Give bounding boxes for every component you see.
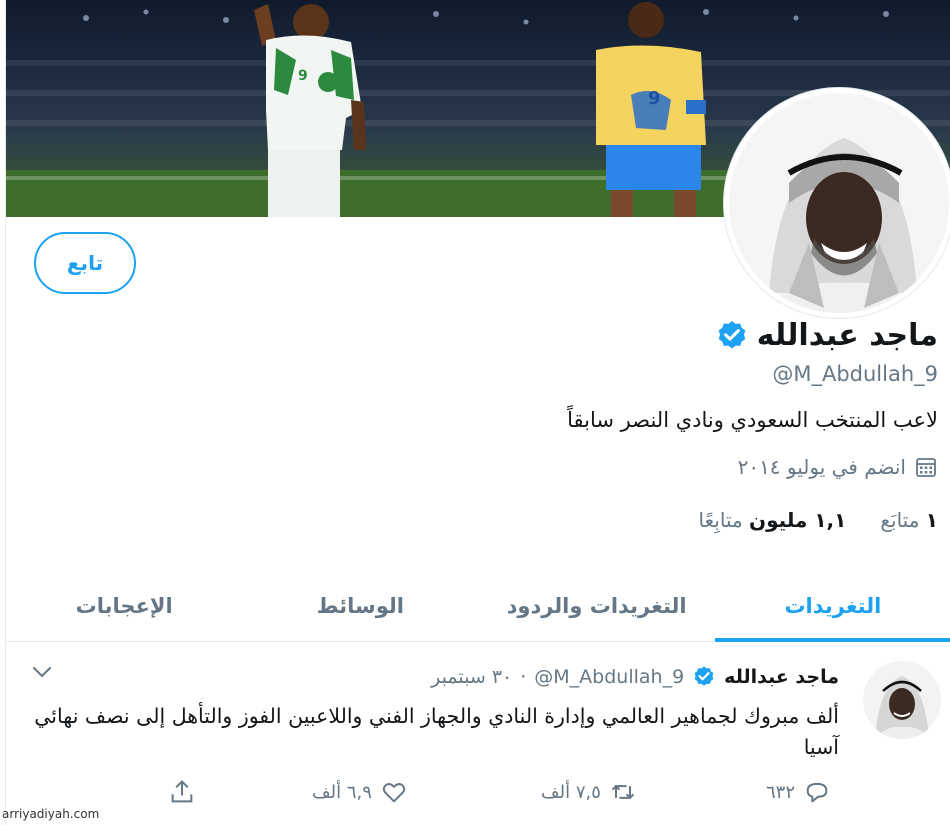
share-action[interactable] <box>168 778 196 806</box>
svg-text:9: 9 <box>648 88 661 109</box>
tab-media[interactable]: الوسائط <box>242 570 478 641</box>
followers-stat[interactable]: ١,١ مليون متابِعًا <box>699 508 847 532</box>
tab-tweets-replies[interactable]: التغريدات والردود <box>479 570 715 641</box>
calendar-icon <box>916 458 936 477</box>
tweet-author-name[interactable]: ماجد عبدالله <box>724 666 839 688</box>
tweet-actions: ٦٣٢ ٧,٥ ألف ٦,٩ ألف <box>6 778 950 808</box>
profile-handle: @M_Abdullah_9 <box>772 362 938 386</box>
tweet-avatar[interactable] <box>863 661 941 739</box>
tab-tweets[interactable]: التغريدات <box>714 570 950 642</box>
profile-stats: ١ متابَع ١,١ مليون متابِعًا <box>699 508 938 532</box>
retweet-icon <box>611 784 635 800</box>
tweet-text: ألف مبروك لجماهير العالمي وإدارة النادي … <box>34 704 839 759</box>
like-action[interactable]: ٦,٩ ألف <box>312 778 408 806</box>
chevron-down-icon[interactable] <box>32 665 52 679</box>
following-label: متابَع <box>880 508 920 532</box>
verified-icon <box>694 666 714 686</box>
tab-likes[interactable]: الإعجابات <box>6 570 242 641</box>
profile-name-row: ماجد عبدالله <box>715 318 938 353</box>
tweet-author-handle[interactable]: @M_Abdullah_9 <box>534 666 684 688</box>
share-icon <box>171 780 193 803</box>
reply-action[interactable]: ٦٣٢ <box>766 778 831 806</box>
tweet[interactable]: ماجد عبدالله @M_Abdullah_9 · ٣٠ سبتمبر أ… <box>6 643 950 825</box>
tweet-separator: · <box>520 666 527 688</box>
profile-bio: لاعب المنتخب السعودي ونادي النصر سابقاً <box>567 408 938 432</box>
follow-button[interactable]: تابع <box>34 232 136 294</box>
retweet-action[interactable]: ٧,٥ ألف <box>541 778 637 806</box>
following-stat[interactable]: ١ متابَع <box>880 508 938 532</box>
following-count: ١ <box>925 508 938 532</box>
verified-icon <box>718 320 746 348</box>
like-count: ٦,٩ ألف <box>312 781 372 803</box>
reply-count: ٦٣٢ <box>766 781 796 803</box>
watermark: arriyadiyah.com <box>2 807 100 821</box>
tweet-date[interactable]: ٣٠ سبتمبر <box>431 666 512 688</box>
followers-label: متابِعًا <box>698 508 743 532</box>
profile-frame: 9 9 تابع ماجد عبدالله @M_Abdullah_9 لاعب… <box>5 0 950 825</box>
player-right: 9 <box>596 2 706 217</box>
reply-icon <box>806 782 828 803</box>
profile-avatar[interactable] <box>724 88 950 318</box>
like-icon <box>382 783 406 803</box>
followers-count: ١,١ مليون <box>749 508 847 532</box>
retweet-count: ٧,٥ ألف <box>541 781 601 803</box>
tweet-header: ماجد عبدالله @M_Abdullah_9 · ٣٠ سبتمبر <box>431 665 839 689</box>
profile-name: ماجد عبدالله <box>756 318 938 353</box>
joined-text: انضم في يوليو ٢٠١٤ <box>737 455 906 479</box>
profile-joined: انضم في يوليو ٢٠١٤ <box>738 455 938 479</box>
svg-text:9: 9 <box>298 68 308 84</box>
profile-tabs: التغريدات التغريدات والردود الوسائط الإع… <box>6 570 950 642</box>
